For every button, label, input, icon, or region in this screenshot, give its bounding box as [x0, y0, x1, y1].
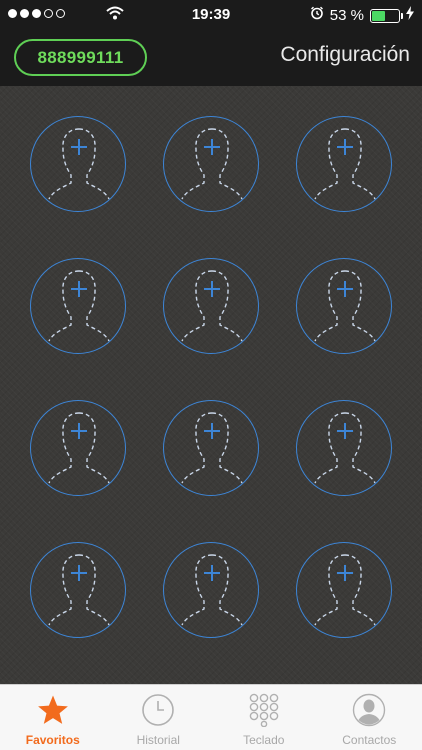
add-favorite-slot[interactable] [163, 400, 259, 496]
add-favorite-slot[interactable] [30, 258, 126, 354]
add-favorite-slot[interactable] [296, 400, 392, 496]
add-favorite-slot[interactable] [163, 116, 259, 212]
keypad-icon [246, 692, 282, 728]
add-favorite-slot[interactable] [30, 116, 126, 212]
header: 888999111 Configuración [0, 30, 422, 86]
add-contact-silhouette-icon [48, 554, 110, 626]
contact-icon [351, 692, 387, 728]
add-favorite-slot[interactable] [296, 542, 392, 638]
star-icon [35, 692, 71, 728]
tab-label: Favoritos [25, 733, 80, 747]
add-contact-silhouette-icon [48, 128, 110, 200]
battery-percent: 53 % [329, 7, 364, 24]
tab-historial[interactable]: Historial [106, 685, 212, 750]
charging-bolt-icon [406, 6, 414, 25]
add-contact-silhouette-icon [181, 270, 243, 342]
status-bar: 19:39 53 % [0, 0, 422, 30]
add-favorite-slot[interactable] [296, 258, 392, 354]
alarm-icon [310, 6, 324, 25]
add-favorite-slot[interactable] [30, 542, 126, 638]
add-contact-silhouette-icon [314, 128, 376, 200]
add-favorite-slot[interactable] [163, 542, 259, 638]
add-favorite-slot[interactable] [30, 400, 126, 496]
add-contact-silhouette-icon [181, 554, 243, 626]
tab-label: Historial [136, 733, 180, 747]
favorites-grid [0, 86, 422, 684]
add-contact-silhouette-icon [48, 412, 110, 484]
add-contact-silhouette-icon [314, 554, 376, 626]
battery-icon [370, 8, 403, 23]
phone-number-pill[interactable]: 888999111 [14, 39, 147, 76]
add-contact-silhouette-icon [181, 128, 243, 200]
add-favorite-slot[interactable] [296, 116, 392, 212]
add-contact-silhouette-icon [314, 270, 376, 342]
tab-label: Contactos [342, 733, 397, 747]
add-favorite-slot[interactable] [163, 258, 259, 354]
tab-favoritos[interactable]: Favoritos [0, 685, 106, 750]
settings-button[interactable]: Configuración [280, 43, 410, 67]
tab-teclado[interactable]: Teclado [211, 685, 317, 750]
tab-label: Teclado [243, 733, 285, 747]
tab-contactos[interactable]: Contactos [317, 685, 422, 750]
clock-icon [140, 692, 176, 728]
tab-bar: Favoritos Historial Teclado Contactos [0, 684, 422, 750]
add-contact-silhouette-icon [314, 412, 376, 484]
add-contact-silhouette-icon [181, 412, 243, 484]
add-contact-silhouette-icon [48, 270, 110, 342]
